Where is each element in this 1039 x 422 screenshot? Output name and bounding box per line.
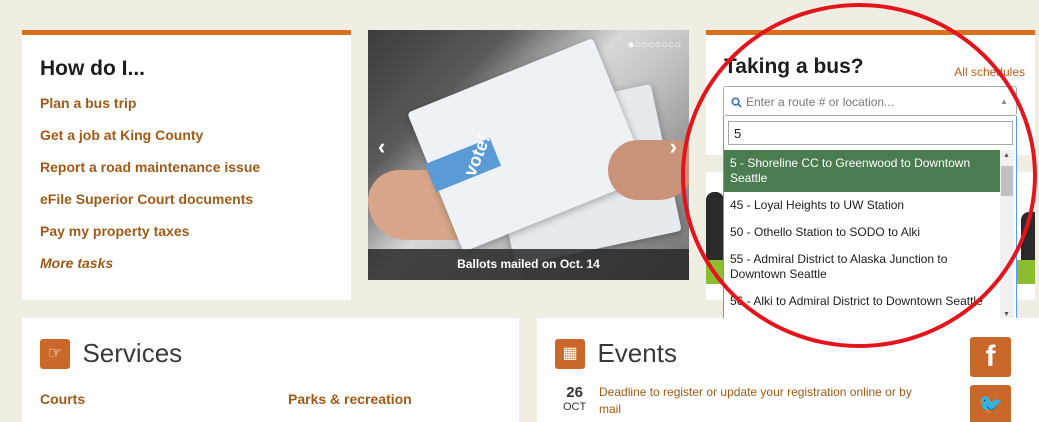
bus-widget-title: Taking a bus?: [724, 55, 864, 78]
calendar-icon: ▦: [555, 338, 585, 369]
route-select-placeholder: Enter a route # or location...: [746, 95, 895, 109]
events-card: ▦ Events 26 OCT Deadline to register or …: [537, 318, 1039, 422]
link-plan-bus-trip[interactable]: Plan a bus trip: [40, 95, 333, 111]
route-option[interactable]: 45 - Loyal Heights to UW Station: [724, 192, 1000, 219]
link-get-job[interactable]: Get a job at King County: [40, 127, 333, 143]
all-schedules-link[interactable]: All schedules: [954, 65, 1025, 79]
caret-up-icon[interactable]: ▲: [1000, 97, 1008, 106]
carousel-caption[interactable]: Ballots mailed on Oct. 14: [368, 249, 689, 280]
route-select[interactable]: Enter a route # or location... ▲: [723, 86, 1017, 116]
services-link-parks[interactable]: Parks & recreation: [288, 391, 412, 407]
services-title: Services: [82, 338, 183, 368]
route-option[interactable]: 55 - Admiral District to Alaska Junction…: [724, 246, 1000, 288]
carousel-prev-arrow-icon[interactable]: ‹: [378, 134, 385, 160]
carousel-next-arrow-icon[interactable]: ›: [670, 134, 677, 160]
how-do-i-card: How do I... Plan a bus trip Get a job at…: [22, 30, 351, 300]
link-efile-court-docs[interactable]: eFile Superior Court documents: [40, 191, 333, 207]
link-pay-property-taxes[interactable]: Pay my property taxes: [40, 223, 333, 239]
promo-person-left: [706, 192, 724, 262]
route-dropdown[interactable]: 5 - Shoreline CC to Greenwood to Downtow…: [723, 116, 1017, 322]
news-carousel[interactable]: vote! ●○○○○○○○ ‹ › Ballots mailed on Oct…: [368, 30, 689, 280]
route-option[interactable]: 5 - Shoreline CC to Greenwood to Downtow…: [724, 150, 1000, 192]
search-icon: [731, 95, 742, 113]
facebook-icon[interactable]: f: [970, 337, 1011, 377]
how-do-i-title: How do I...: [40, 57, 145, 80]
link-more-tasks[interactable]: More tasks: [40, 255, 333, 271]
route-option[interactable]: 56 - Alki to Admiral District to Downtow…: [724, 288, 1000, 315]
route-option-list[interactable]: 5 - Shoreline CC to Greenwood to Downtow…: [724, 150, 1000, 320]
carousel-pagination-dots[interactable]: ●○○○○○○○: [628, 39, 681, 51]
dropdown-scrollbar[interactable]: ▲ ▼: [1000, 150, 1014, 320]
services-card: ☞ Services Courts Parks & recreation: [22, 318, 519, 422]
event-link[interactable]: Deadline to register or update your regi…: [599, 384, 929, 418]
scrollbar-thumb[interactable]: [1001, 166, 1013, 196]
event-day: 26: [566, 384, 583, 401]
twitter-icon[interactable]: 🐦: [970, 385, 1011, 422]
event-month: OCT: [563, 401, 587, 413]
route-search-input[interactable]: [728, 121, 1013, 145]
scroll-down-icon[interactable]: ▼: [1003, 311, 1010, 318]
hand-pointer-icon: ☞: [40, 338, 70, 369]
route-option[interactable]: 50 - Othello Station to SODO to Alki: [724, 219, 1000, 246]
services-link-courts[interactable]: Courts: [40, 391, 85, 407]
scroll-up-icon[interactable]: ▲: [1003, 152, 1010, 159]
event-date: 26 OCT: [563, 384, 586, 413]
events-title: Events: [597, 338, 677, 368]
link-report-road-issue[interactable]: Report a road maintenance issue: [40, 159, 333, 175]
